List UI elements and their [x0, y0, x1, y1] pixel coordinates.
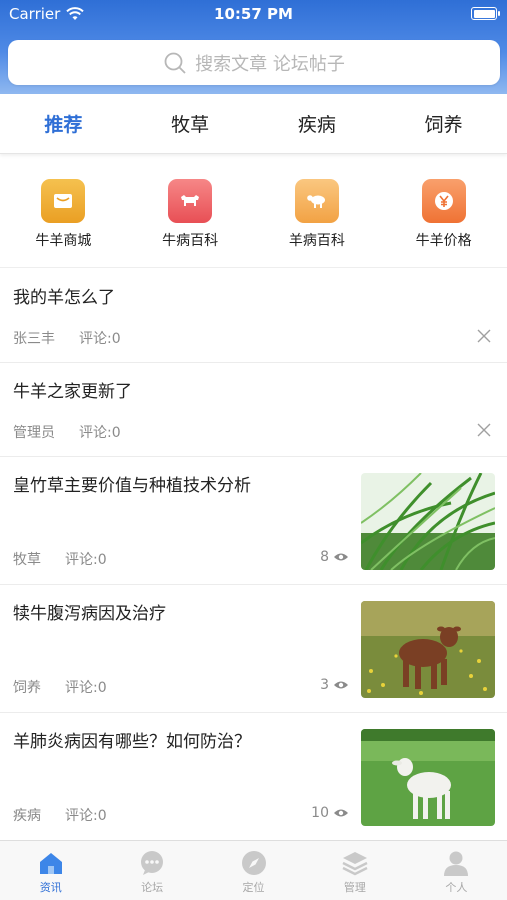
view-count: 3 — [320, 677, 349, 693]
view-count-value: 8 — [320, 549, 329, 565]
tab-recommend[interactable]: 推荐 — [0, 94, 127, 153]
post-comments: 评论:0 — [79, 425, 121, 441]
status-bar: Carrier 10:57 PM — [0, 0, 507, 30]
quick-item-cow-wiki[interactable]: 牛病百科 — [127, 170, 254, 267]
quick-label: 牛羊价格 — [415, 233, 472, 249]
tabbar-label: 管理 — [343, 881, 366, 894]
post-meta: 疾病 评论:0 — [13, 805, 107, 825]
battery-icon — [471, 7, 500, 20]
close-icon[interactable] — [477, 329, 491, 343]
home-icon — [39, 853, 62, 874]
tabbar-item-news[interactable]: 资讯 — [0, 841, 101, 900]
tabbar-item-profile[interactable]: 个人 — [406, 841, 507, 900]
post-meta: 张三丰 评论:0 — [13, 328, 121, 348]
tabbar-label: 个人 — [445, 881, 468, 894]
post-category: 饲养 — [13, 680, 41, 696]
quick-label: 羊病百科 — [288, 233, 345, 249]
chat-icon — [141, 851, 164, 875]
list-item[interactable]: 皇竹草主要价值与种植技术分析 牧草 评论:0 8 — [0, 457, 507, 585]
sheep-icon — [294, 179, 339, 223]
header: Carrier 10:57 PM 搜索文章 论坛帖子 — [0, 0, 507, 94]
post-author: 管理员 — [13, 425, 55, 441]
calf-photo — [361, 601, 495, 698]
list-item[interactable]: 羊肺炎病因有哪些？如何防治？ 疾病 评论:0 10 — [0, 713, 507, 841]
tab-feeding[interactable]: 饲养 — [380, 94, 507, 153]
post-thumbnail[interactable] — [361, 729, 495, 826]
post-comments: 评论:0 — [65, 808, 107, 824]
post-feed: 我的羊怎么了 张三丰 评论:0 牛羊之家更新了 管理员 评论:0 皇竹草主要价值… — [0, 269, 507, 841]
search-icon — [164, 52, 186, 74]
post-thumbnail[interactable] — [361, 601, 495, 698]
tab-disease[interactable]: 疾病 — [254, 94, 381, 153]
view-count: 8 — [320, 549, 349, 565]
quick-item-price[interactable]: 牛羊价格 — [380, 170, 507, 267]
tab-forage[interactable]: 牧草 — [127, 94, 254, 153]
eye-icon — [334, 553, 348, 561]
quick-item-mall[interactable]: 牛羊商城 — [0, 170, 127, 267]
quick-item-sheep-wiki[interactable]: 羊病百科 — [254, 170, 381, 267]
post-category: 牧草 — [13, 552, 41, 568]
search-placeholder: 搜索文章 论坛帖子 — [195, 53, 345, 75]
category-tabs: 推荐 牧草 疾病 饲养 — [0, 94, 507, 154]
cow-icon — [168, 179, 213, 223]
post-comments: 评论:0 — [65, 552, 107, 568]
tabbar-item-manage[interactable]: 管理 — [304, 841, 405, 900]
compass-icon — [241, 851, 266, 875]
post-meta: 牧草 评论:0 — [13, 549, 107, 569]
list-item[interactable]: 犊牛腹泻病因及治疗 饲养 评论:0 3 — [0, 585, 507, 713]
list-item[interactable]: 牛羊之家更新了 管理员 评论:0 — [0, 363, 507, 457]
tabbar-label: 论坛 — [141, 881, 164, 894]
tabbar-item-forum[interactable]: 论坛 — [101, 841, 202, 900]
post-title: 牛羊之家更新了 — [13, 382, 132, 402]
view-count-value: 3 — [320, 677, 329, 693]
grass-photo — [361, 473, 495, 570]
tabbar-label: 资讯 — [39, 881, 62, 894]
person-icon — [444, 851, 469, 876]
quick-entries: 牛羊商城 牛病百科 羊病百科 牛羊价格 — [0, 170, 507, 268]
search-bar[interactable]: 搜索文章 论坛帖子 — [8, 40, 500, 85]
post-meta: 管理员 评论:0 — [13, 422, 121, 442]
post-title: 犊牛腹泻病因及治疗 — [13, 604, 166, 624]
eye-icon — [334, 809, 348, 817]
view-count-value: 10 — [311, 805, 329, 821]
post-meta: 饲养 评论:0 — [13, 677, 107, 697]
clock: 10:57 PM — [214, 5, 293, 23]
quick-label: 牛羊商城 — [35, 233, 92, 249]
lamb-photo — [361, 729, 495, 826]
view-count: 10 — [311, 805, 349, 821]
list-item[interactable]: 我的羊怎么了 张三丰 评论:0 — [0, 269, 507, 363]
post-title: 我的羊怎么了 — [13, 288, 115, 308]
yen-icon — [421, 179, 466, 223]
mail-icon — [41, 179, 86, 223]
quick-label: 牛病百科 — [162, 233, 219, 249]
post-title: 皇竹草主要价值与种植技术分析 — [13, 476, 251, 496]
tabbar-label: 定位 — [242, 881, 265, 894]
tabbar-item-location[interactable]: 定位 — [203, 841, 304, 900]
post-thumbnail[interactable] — [361, 473, 495, 570]
post-comments: 评论:0 — [79, 331, 121, 347]
eye-icon — [334, 681, 348, 689]
post-title: 羊肺炎病因有哪些？如何防治？ — [13, 732, 251, 752]
bottom-tab-bar: 资讯 论坛 定位 管理 个人 — [0, 840, 507, 900]
post-comments: 评论:0 — [65, 680, 107, 696]
close-icon[interactable] — [477, 423, 491, 437]
layers-icon — [342, 852, 368, 876]
post-author: 张三丰 — [13, 331, 55, 347]
post-category: 疾病 — [13, 808, 41, 824]
